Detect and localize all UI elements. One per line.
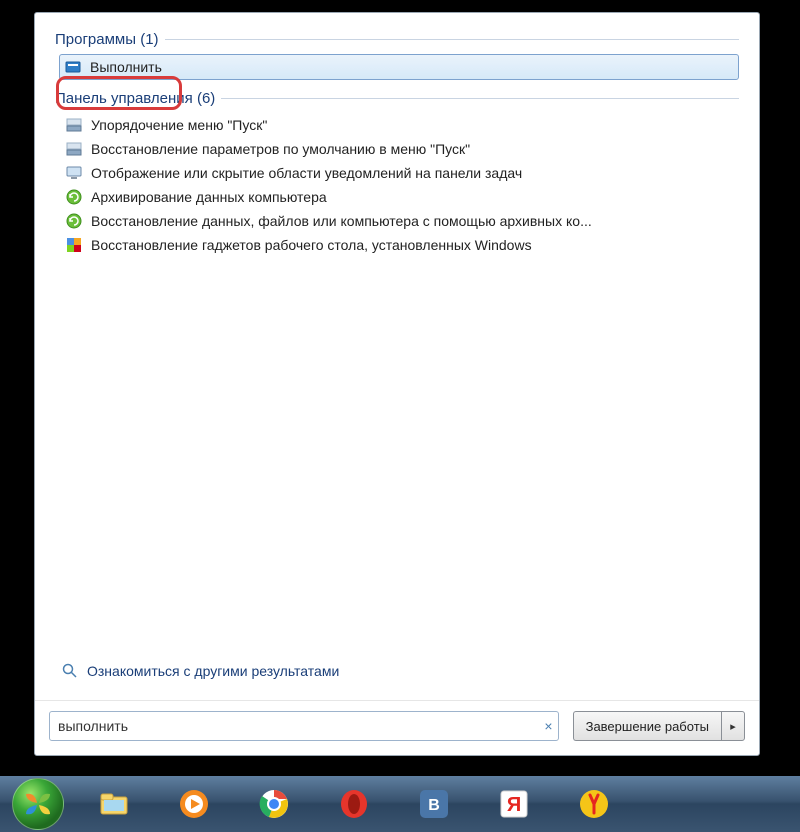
- result-item[interactable]: Восстановление гаджетов рабочего стола, …: [63, 233, 739, 257]
- start-menu-search-panel: Программы (1) Выполнить Панель управлени…: [34, 12, 760, 756]
- shutdown-menu-button[interactable]: ▸: [721, 711, 745, 741]
- result-item[interactable]: Архивирование данных компьютера: [63, 185, 739, 209]
- monitor-icon: [65, 164, 83, 182]
- taskbar-item-explorer[interactable]: [76, 782, 152, 826]
- shutdown-split-button: Завершение работы ▸: [573, 711, 745, 741]
- taskbar-item-media-player[interactable]: [156, 782, 232, 826]
- taskbar-icon: [65, 140, 83, 158]
- group-header-label: Панель управления (6): [55, 90, 215, 107]
- result-item-label: Архивирование данных компьютера: [91, 189, 327, 205]
- result-item-label: Восстановление данных, файлов или компью…: [91, 213, 592, 229]
- result-item-label: Выполнить: [90, 59, 162, 75]
- see-more-label: Ознакомиться с другими результатами: [87, 663, 339, 679]
- svg-text:Я: Я: [507, 794, 521, 816]
- search-input[interactable]: [49, 711, 559, 741]
- clear-search-button[interactable]: ×: [544, 718, 552, 734]
- start-menu-bottom-bar: × Завершение работы ▸: [35, 700, 759, 755]
- taskbar-item-vk[interactable]: B: [396, 782, 472, 826]
- taskbar-item-yandex-browser[interactable]: [556, 782, 632, 826]
- result-item-label: Отображение или скрытие области уведомле…: [91, 165, 522, 181]
- result-item[interactable]: Восстановление параметров по умолчанию в…: [63, 137, 739, 161]
- result-item[interactable]: Восстановление данных, файлов или компью…: [63, 209, 739, 233]
- search-box-wrap: ×: [49, 711, 559, 741]
- shutdown-button[interactable]: Завершение работы: [573, 711, 721, 741]
- taskbar-item-chrome[interactable]: [236, 782, 312, 826]
- search-icon: [61, 662, 79, 680]
- taskbar-icon: [65, 116, 83, 134]
- gadget-icon: [65, 236, 83, 254]
- backup-icon: [65, 212, 83, 230]
- result-item-run[interactable]: Выполнить: [59, 54, 739, 80]
- taskbar: B Я: [0, 776, 800, 832]
- start-button[interactable]: [12, 778, 64, 830]
- group-header-control-panel: Панель управления (6): [55, 90, 739, 107]
- shutdown-label: Завершение работы: [586, 719, 709, 734]
- taskbar-item-yandex-search[interactable]: Я: [476, 782, 552, 826]
- backup-icon: [65, 188, 83, 206]
- group-header-label: Программы (1): [55, 31, 159, 48]
- result-item[interactable]: Упорядочение меню "Пуск": [63, 113, 739, 137]
- result-item-label: Упорядочение меню "Пуск": [91, 117, 267, 133]
- divider: [165, 39, 739, 40]
- group-header-programs: Программы (1): [55, 31, 739, 48]
- run-icon: [64, 58, 82, 76]
- search-results: Программы (1) Выполнить Панель управлени…: [35, 13, 759, 700]
- divider: [221, 98, 739, 99]
- result-item[interactable]: Отображение или скрытие области уведомле…: [63, 161, 739, 185]
- taskbar-item-opera[interactable]: [316, 782, 392, 826]
- result-item-label: Восстановление гаджетов рабочего стола, …: [91, 237, 532, 253]
- result-item-label: Восстановление параметров по умолчанию в…: [91, 141, 470, 157]
- chevron-right-icon: ▸: [730, 720, 736, 733]
- svg-text:B: B: [428, 797, 440, 814]
- see-more-results-link[interactable]: Ознакомиться с другими результатами: [55, 656, 739, 692]
